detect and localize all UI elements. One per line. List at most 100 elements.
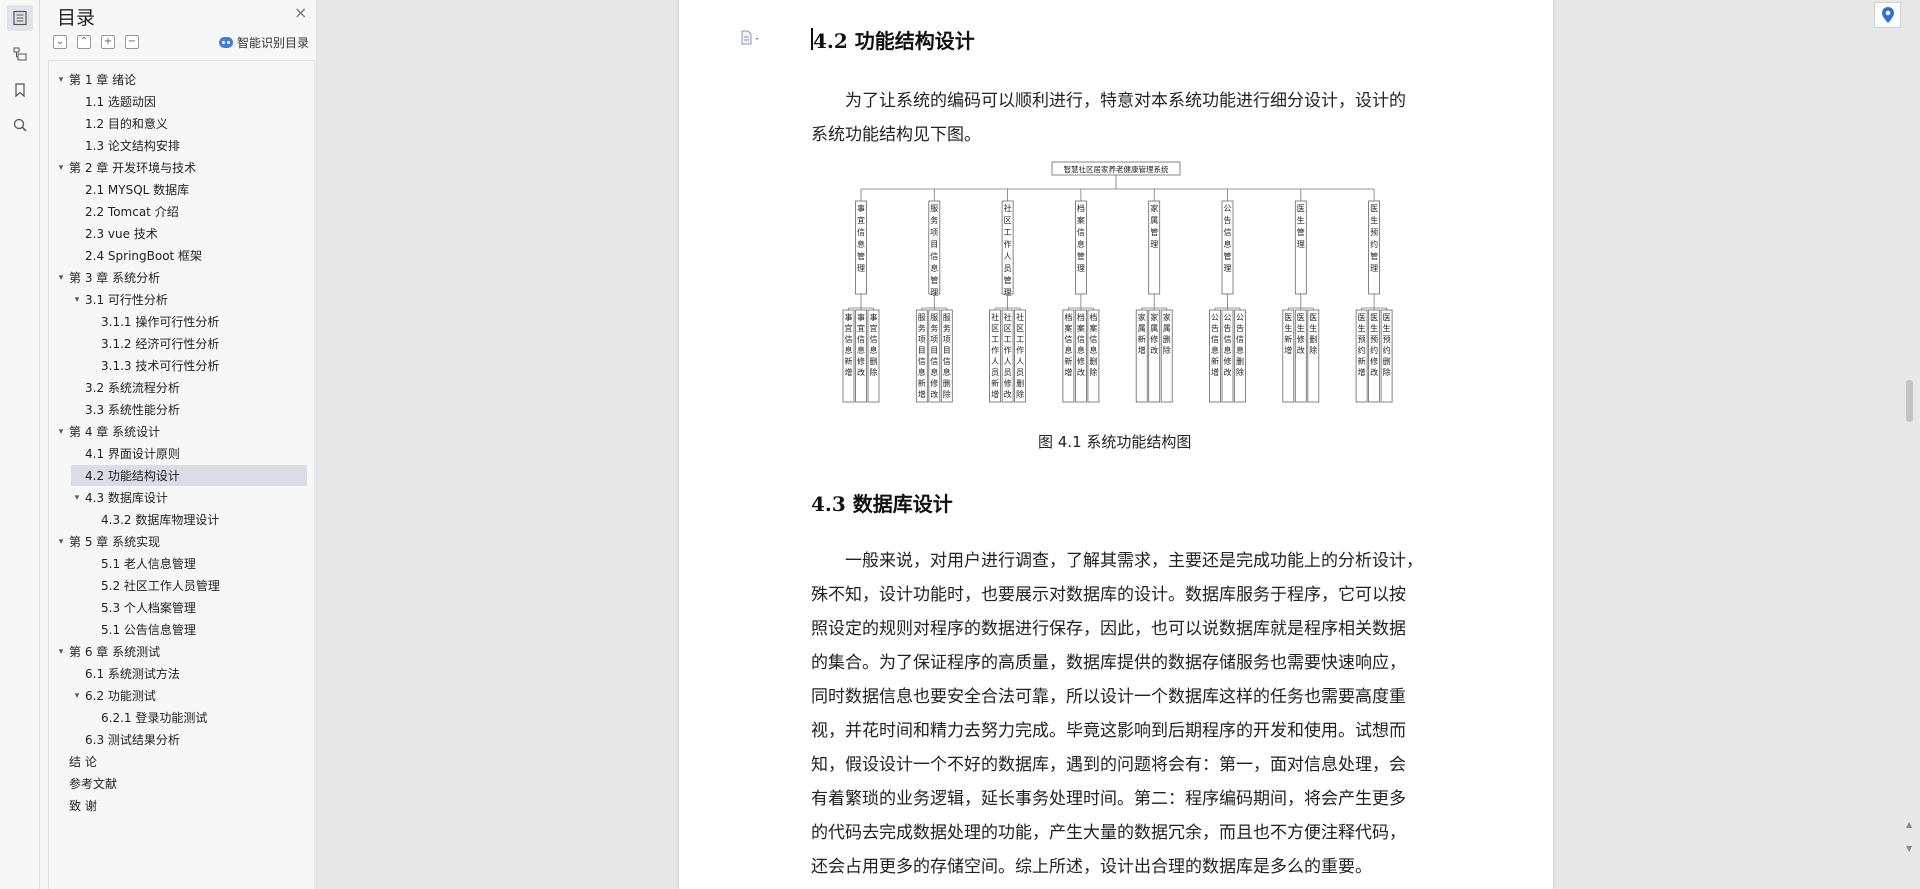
diagram-leaf-label: 项 [918,335,926,344]
paragraph-menu-icon[interactable] [740,30,762,46]
expand-arrow-icon[interactable]: ▾ [55,537,67,547]
diagram-leaf-label: 医 [1297,313,1305,322]
toc-item[interactable]: 4.1 界面设计原则 [49,443,307,464]
search-icon[interactable] [7,112,33,138]
outline-icon[interactable] [7,41,33,67]
toc-item[interactable]: 6.3 测试结果分析 [49,729,307,750]
expand-arrow-icon[interactable]: ▾ [55,647,67,657]
scrollbar-thumb[interactable] [1906,380,1913,422]
diagram-leaf-label: 事 [857,312,865,322]
diagram-leaf-label: 改 [1297,345,1305,355]
diagram-leaf-label: 修 [857,356,865,366]
diagram-module-label: 信 [1077,227,1085,237]
diagram-module-label: 理 [1077,264,1085,273]
location-pin-icon[interactable] [1874,2,1901,28]
diagram-leaf-label: 项 [943,335,951,344]
remove-entry-icon[interactable]: − [125,35,139,49]
toc-item[interactable]: 3.2 系统流程分析 [49,377,307,398]
toc-item[interactable]: ▾ 第 4 章 系统设计 [49,421,307,442]
toc-item[interactable]: 4.2 功能结构设计 [71,465,307,486]
diagram-leaf-label: 宜 [845,323,853,333]
toc-item[interactable]: 5.1 老人信息管理 [49,553,307,574]
expand-arrow-icon[interactable]: ▾ [55,273,67,283]
diagram-leaf-label: 案 [1064,323,1072,333]
expand-arrow-icon[interactable]: ▾ [55,427,67,437]
toc-item[interactable]: 3.3 系统性能分析 [49,399,307,420]
toc-item[interactable]: 2.1 MYSQL 数据库 [49,179,307,200]
toc-item[interactable]: ▾ 第 3 章 系统分析 [49,267,307,288]
toc-item[interactable]: 3.1.1 操作可行性分析 [49,311,307,332]
toc-item[interactable]: 3.1.3 技术可行性分析 [49,355,307,376]
expand-arrow-icon[interactable]: ▾ [55,163,67,173]
toc-item[interactable]: ▾ 第 2 章 开发环境与技术 [49,157,307,178]
toc-item-label: 3.1.2 经济可行性分析 [101,337,220,351]
diagram-leaf-label: 员 [1004,368,1012,377]
diagram-leaf-label: 目 [943,346,951,355]
diagram-leaf-label: 宜 [870,323,878,333]
toc-item[interactable]: ▾ 第 6 章 系统测试 [49,641,307,662]
diagram-leaf-label: 改 [1370,367,1378,377]
toc-item[interactable]: ▾ 4.3 数据库设计 [49,487,307,508]
toc-item[interactable]: 致 谢 [49,795,307,816]
toc-item[interactable]: 2.3 vue 技术 [49,223,307,244]
diagram-leaf-label: 增 [1211,367,1219,377]
diagram-module-label: 告 [1224,215,1232,225]
toc-item[interactable]: ▾ 第 5 章 系统实现 [49,531,307,552]
expand-arrow-icon[interactable]: ▾ [71,295,83,305]
toc-item[interactable]: 参考文献 [49,773,307,794]
toc-item[interactable]: 5.2 社区工作人员管理 [49,575,307,596]
toc-item[interactable]: 4.3.2 数据库物理设计 [49,509,307,530]
diagram-module-label: 生 [1297,215,1305,225]
toc-item[interactable]: 6.1 系统测试方法 [49,663,307,684]
toc-item[interactable]: 1.3 论文结构安排 [49,135,307,156]
toc-item[interactable]: 2.4 SpringBoot 框架 [49,245,307,266]
vertical-scrollbar[interactable] [1904,0,1915,889]
scroll-down-icon[interactable]: ▼ [1906,844,1912,853]
expand-all-icon[interactable]: ⌄ [53,35,67,49]
scroll-up-icon[interactable]: ▲ [1906,820,1912,829]
diagram-leaf-label: 息 [918,367,926,377]
diagram-leaf-label: 信 [870,334,878,344]
toc-item-label: 2.1 MYSQL 数据库 [85,183,190,197]
toc-item[interactable]: 2.2 Tomcat 介绍 [49,201,307,222]
diagram-leaf-label: 档 [1064,312,1072,322]
toc-item[interactable]: 3.1.2 经济可行性分析 [49,333,307,354]
diagram-leaf-label: 修 [1297,334,1305,344]
toc-icon[interactable] [7,5,33,31]
diagram-module-label: 生 [1370,215,1378,225]
toc-item[interactable]: 6.2.1 登录功能测试 [49,707,307,728]
toc-item[interactable]: 结 论 [49,751,307,772]
diagram-module-label: 息 [1224,239,1232,249]
diagram-leaf-label: 新 [1284,334,1292,344]
close-icon[interactable]: × [294,5,307,21]
diagram-leaf-label: 删 [1016,378,1024,388]
expand-arrow-icon[interactable]: ▾ [71,493,83,503]
diagram-leaf-label: 服 [918,313,926,322]
toc-item[interactable]: ▾ 3.1 可行性分析 [49,289,307,310]
expand-arrow-icon[interactable]: ▾ [71,691,83,701]
diagram-leaf-label: 公 [1211,313,1219,322]
add-entry-icon[interactable]: + [101,35,115,49]
diagram-leaf-label: 区 [1004,324,1012,333]
bookmark-icon[interactable] [7,77,33,103]
collapse-all-icon[interactable]: ⌃ [77,35,91,49]
diagram-module-label: 息 [1077,239,1085,249]
diagram-leaf-label: 息 [857,345,865,355]
expand-arrow-icon[interactable]: ▾ [55,75,67,85]
toc-item[interactable]: ▾ 6.2 功能测试 [49,685,307,706]
diagram-leaf-label: 公 [1224,313,1232,322]
diagram-leaf-label: 息 [845,345,853,355]
toc-title: 目录 [57,7,96,29]
toc-item[interactable]: ▾ 第 1 章 绪论 [49,69,307,90]
diagram-leaf-label: 生 [1297,323,1305,333]
diagram-leaf-label: 生 [1284,323,1292,333]
toc-item[interactable]: 5.3 个人档案管理 [49,597,307,618]
diagram-module-label: 管 [1150,227,1158,237]
diagram-leaf-label: 社 [1016,312,1024,322]
toc-item[interactable]: 1.1 选题动因 [49,91,307,112]
diagram-leaf-label: 生 [1358,323,1366,333]
ai-recognize-toc-button[interactable]: 智能识别目录 [219,33,309,51]
toc-item[interactable]: 5.1 公告信息管理 [49,619,307,640]
toc-item[interactable]: 1.2 目的和意义 [49,113,307,134]
diagram-module-label: 管 [1004,275,1012,285]
